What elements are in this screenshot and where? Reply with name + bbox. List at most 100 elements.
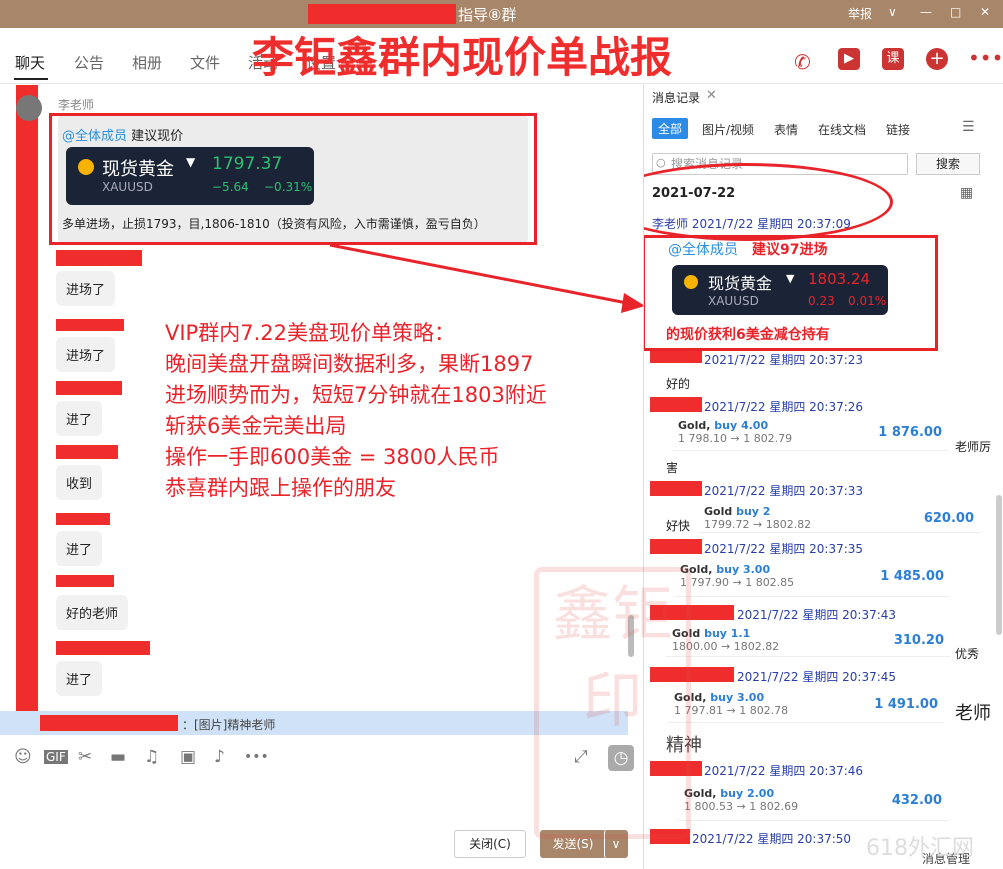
dropdown-icon[interactable]: ∨ bbox=[888, 5, 897, 19]
record-text: 老师 bbox=[955, 703, 991, 724]
record-text: 好的 bbox=[666, 377, 691, 391]
avatar[interactable] bbox=[16, 95, 42, 121]
filter-tab-stickers[interactable]: 表情 bbox=[774, 121, 798, 138]
reply-bubble[interactable]: 进场了 bbox=[56, 271, 116, 306]
reply-bubble[interactable]: 进了 bbox=[56, 661, 103, 696]
close-button[interactable]: ✕ bbox=[980, 5, 990, 19]
overlay-title: 李钜鑫群内现价单战报 bbox=[252, 33, 673, 82]
trade-range: 1799.72 → 1802.82 bbox=[704, 518, 812, 531]
reply-bubble[interactable]: 进了 bbox=[56, 531, 103, 566]
quote-price: 1803.24 bbox=[808, 270, 871, 288]
close-chat-button[interactable]: 关闭(C) bbox=[454, 830, 526, 858]
window-title: 指导⑧群 bbox=[458, 6, 517, 24]
trade-symbol: Gold, buy 2.00 bbox=[684, 787, 775, 800]
tab-announcement[interactable]: 公告 bbox=[74, 52, 104, 73]
trade-profit: 310.20 bbox=[893, 633, 944, 648]
trade-profit: 620.00 bbox=[923, 511, 974, 526]
strategy-line: VIP群内7.22美盘现价单策略： bbox=[165, 321, 455, 345]
trade-card[interactable]: Gold, buy 3.00 1 797.81 → 1 802.78 1 491… bbox=[668, 689, 944, 723]
strategy-line: 进场顺势而为，短短7分钟就在1803附近 bbox=[165, 383, 547, 407]
trade-range: 1 797.81 → 1 802.78 bbox=[674, 704, 789, 717]
status-text: ：[图片]精神老师 bbox=[182, 718, 276, 732]
tab-chat[interactable]: 聊天 bbox=[15, 52, 45, 73]
record-meta: 2021/7/22 星期四 20:37:33 bbox=[704, 484, 864, 498]
reply-bubble[interactable]: 进场了 bbox=[56, 337, 116, 372]
lesson-icon[interactable]: 课 bbox=[882, 48, 904, 70]
minimize-button[interactable]: — bbox=[920, 5, 932, 19]
filter-tab-all[interactable]: 全部 bbox=[652, 118, 689, 139]
quote-dropdown-icon: ▼ bbox=[786, 272, 795, 285]
tab-album[interactable]: 相册 bbox=[132, 52, 162, 73]
redacted-name bbox=[650, 481, 702, 496]
tab-files[interactable]: 文件 bbox=[190, 52, 220, 73]
trade-profit: 1 876.00 bbox=[878, 425, 942, 440]
mention-all[interactable]: @全体成员 bbox=[668, 239, 738, 259]
trade-card[interactable]: Gold buy 2 1799.72 → 1802.82 620.00 bbox=[698, 503, 980, 533]
record-text: 害 bbox=[666, 461, 679, 475]
quote-change-pct: 0.01% bbox=[848, 294, 887, 308]
trade-card[interactable]: Gold, buy 2.00 1 800.53 → 1 802.69 432.0… bbox=[678, 785, 948, 821]
reply-bubble[interactable]: 进了 bbox=[56, 401, 103, 436]
maximize-button[interactable]: □ bbox=[950, 5, 961, 19]
gif-icon[interactable]: GIF bbox=[44, 750, 68, 764]
reply-bubble[interactable]: 好的老师 bbox=[56, 595, 129, 630]
folder-icon[interactable]: ▬ bbox=[110, 747, 126, 767]
record-meta: 2021/7/22 星期四 20:37:23 bbox=[704, 353, 864, 367]
trade-card[interactable]: Gold, buy 4.00 1 798.10 → 1 802.79 1 876… bbox=[672, 417, 948, 451]
panel-title: 消息记录 bbox=[652, 91, 701, 105]
record-meta: 2021/7/22 星期四 20:37:35 bbox=[704, 542, 864, 556]
music-icon[interactable]: ♫ bbox=[144, 747, 159, 767]
message-history-panel: 消息记录 ✕ 全部 图片/视频 表情 在线文档 链接 ☰ 搜索消息记录 ○ 搜索… bbox=[643, 85, 1003, 869]
strategy-line: 晚间美盘开盘瞬间数据利多，果断1897 bbox=[165, 352, 534, 376]
more-icon[interactable]: ••• bbox=[968, 46, 1003, 70]
reply-bubble[interactable]: 收到 bbox=[56, 465, 103, 500]
trade-symbol: Gold, buy 4.00 bbox=[678, 419, 769, 432]
sender-name: 李老师 bbox=[58, 98, 95, 112]
bell-icon[interactable]: ♪ bbox=[214, 747, 225, 767]
strategy-line: 恭喜群内跟上操作的朋友 bbox=[165, 476, 396, 500]
trade-card[interactable]: Gold, buy 3.00 1 797.90 → 1 802.85 1 485… bbox=[674, 561, 950, 597]
quote-change: 0.23 bbox=[808, 294, 835, 308]
highlight-box bbox=[49, 113, 537, 245]
calendar-icon[interactable]: ▦ bbox=[960, 185, 973, 201]
trade-profit: 1 491.00 bbox=[874, 697, 938, 712]
trade-symbol: Gold buy 2 bbox=[704, 505, 771, 518]
redacted-name bbox=[650, 539, 702, 554]
record-meta: 2021/7/22 星期四 20:37:45 bbox=[737, 670, 897, 684]
redacted-name bbox=[56, 641, 150, 655]
trade-symbol: Gold, buy 3.00 bbox=[680, 563, 771, 576]
image-icon[interactable]: ▣ bbox=[180, 747, 196, 767]
history-scrollbar[interactable] bbox=[996, 495, 1002, 635]
filter-tab-links[interactable]: 链接 bbox=[886, 121, 910, 138]
add-icon[interactable]: + bbox=[926, 48, 948, 70]
trade-range: 1 797.90 → 1 802.85 bbox=[680, 576, 795, 589]
trade-profit: 1 485.00 bbox=[880, 569, 944, 584]
filter-tab-media[interactable]: 图片/视频 bbox=[702, 121, 754, 138]
video-icon[interactable]: ▶ bbox=[838, 48, 860, 70]
record-text: 好快 bbox=[666, 519, 691, 533]
record-meta: 李老师 2021/7/22 星期四 20:37:09 bbox=[652, 217, 851, 231]
history-search-button[interactable]: 搜索 bbox=[916, 153, 980, 175]
gold-coin-icon bbox=[684, 275, 698, 289]
strategy-line: 操作一手即600美金 = 3800人民币 bbox=[165, 445, 500, 469]
filter-icon[interactable]: ☰ bbox=[962, 119, 975, 135]
report-button[interactable]: 举报 bbox=[848, 5, 872, 22]
redacted-name bbox=[308, 4, 456, 24]
record-meta: 2021/7/22 星期四 20:37:46 bbox=[704, 764, 864, 778]
trade-profit: 432.00 bbox=[891, 793, 942, 808]
record-meta: 2021/7/22 星期四 20:37:43 bbox=[737, 608, 897, 622]
gold-quote-card[interactable]: 现货黄金 ▼ XAUUSD 1803.24 0.23 0.01% bbox=[672, 265, 888, 315]
phone-icon[interactable]: ✆ bbox=[794, 50, 811, 74]
redacted-name bbox=[56, 250, 142, 266]
redacted-name bbox=[56, 445, 118, 459]
emoji-icon[interactable]: ☺ bbox=[14, 747, 32, 767]
watermark-seal: 鑫钜印 bbox=[534, 567, 691, 839]
redacted-name bbox=[40, 715, 178, 731]
more-icon[interactable]: ••• bbox=[244, 749, 269, 765]
trade-card[interactable]: Gold buy 1.1 1800.00 → 1802.82 310.20 bbox=[666, 625, 950, 657]
record-text: 优秀 bbox=[955, 647, 980, 661]
scissors-icon[interactable]: ✂ bbox=[78, 747, 92, 767]
quote-name: 现货黄金 bbox=[708, 274, 773, 293]
close-panel-icon[interactable]: ✕ bbox=[706, 88, 717, 103]
filter-tab-docs[interactable]: 在线文档 bbox=[818, 121, 866, 138]
